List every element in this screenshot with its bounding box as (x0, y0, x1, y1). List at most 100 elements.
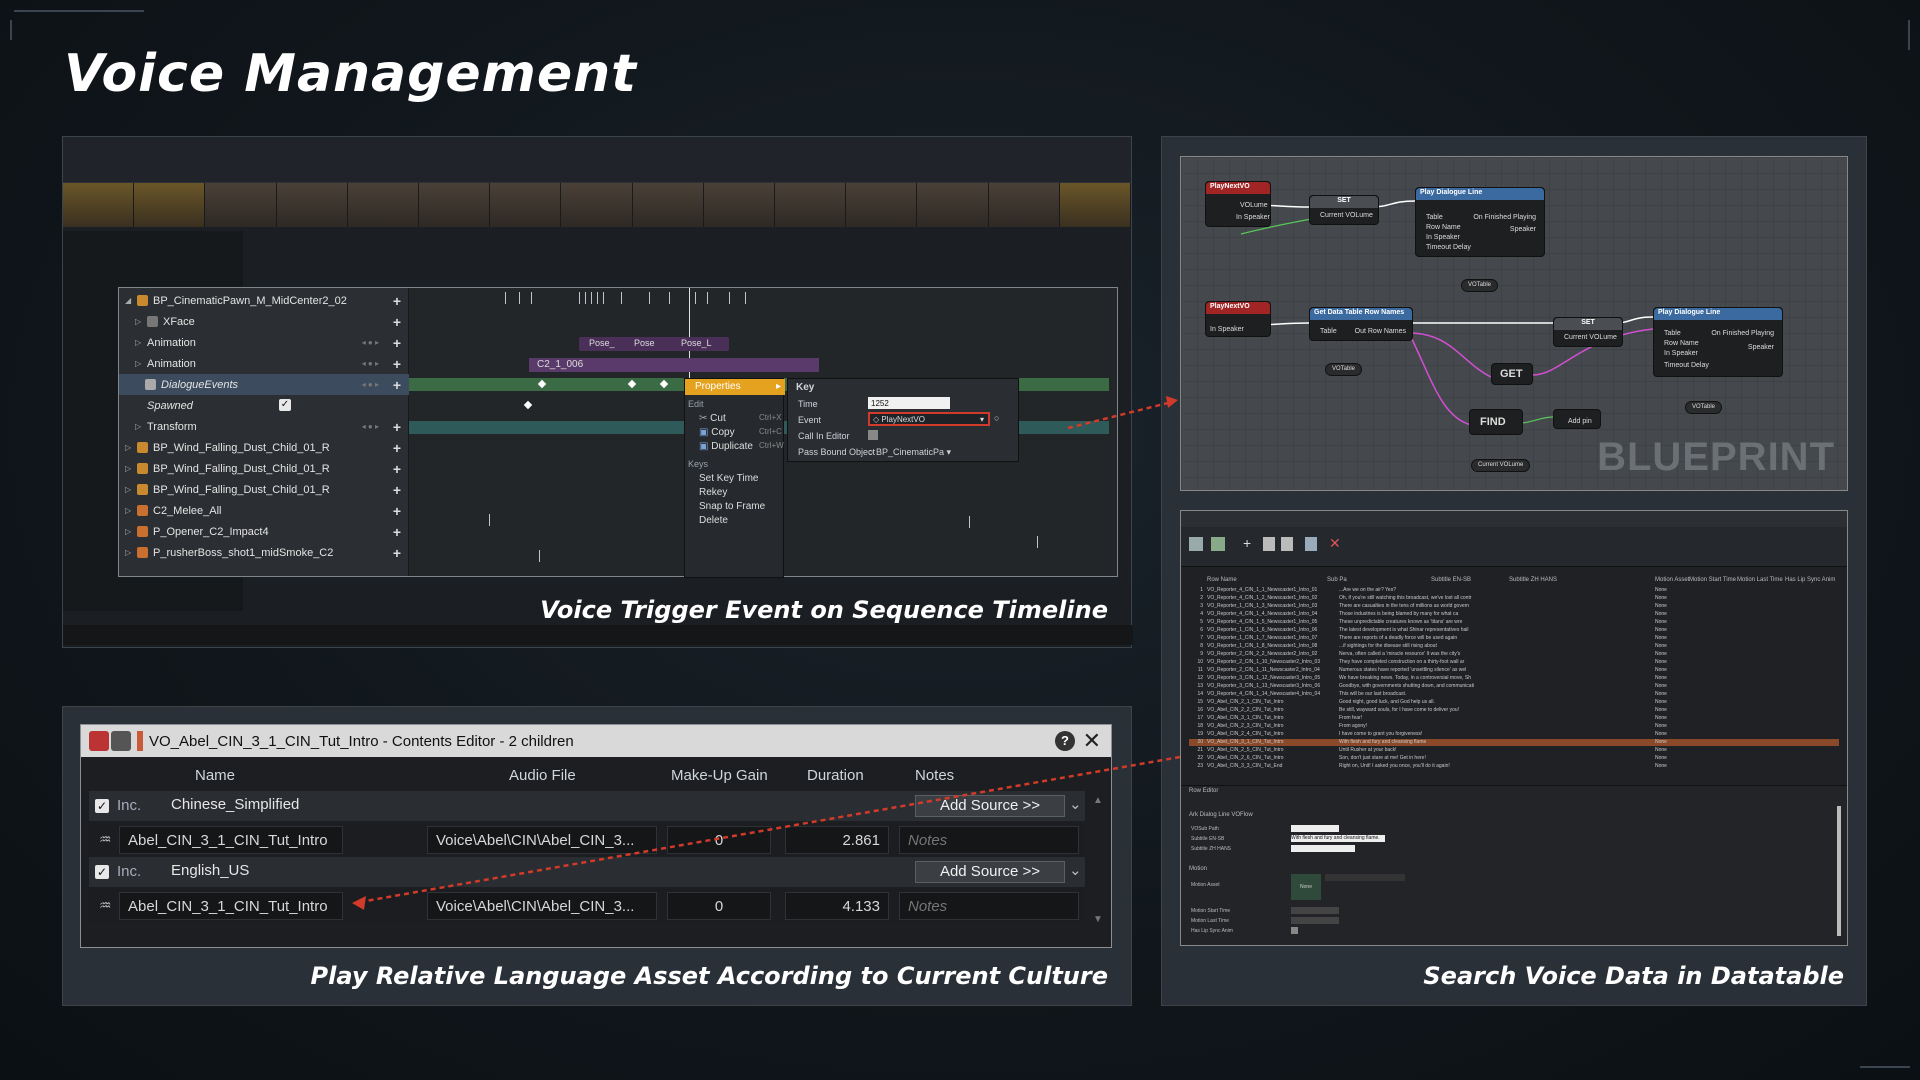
track-row[interactable]: ▷ BP_Wind_Falling_Dust_Child_01_R + (119, 479, 409, 500)
table-row[interactable]: 1 VO_Reporter_4_CIN_1_1_Newscaster1_Intro… (1189, 587, 1839, 594)
expand-icon[interactable]: ▷ (135, 422, 143, 431)
column-header[interactable]: Sub Pa (1327, 577, 1347, 583)
table-row[interactable]: 20 VO_Abel_CIN_3_1_CIN_Tut_Intro With fles… (1189, 739, 1839, 746)
expand-icon[interactable]: ▷ (135, 338, 143, 347)
blueprint-graph[interactable]: PlayNextVO VOLume In Speaker SET Current… (1180, 156, 1848, 491)
expand-icon[interactable]: ▷ (125, 506, 133, 515)
vo-sub-path-input[interactable] (1291, 825, 1339, 832)
table-row[interactable]: 4 VO_Reporter_4_CIN_1_4_Newscaster1_Intro… (1189, 611, 1839, 618)
add-track-icon[interactable]: + (393, 545, 401, 561)
expand-icon[interactable]: ▷ (125, 548, 133, 557)
vo-table-variable[interactable]: VOTable (1461, 279, 1499, 292)
motion-last-input[interactable] (1291, 917, 1339, 924)
paste-icon[interactable] (1281, 537, 1293, 551)
add-source-button[interactable]: Add Source >> (915, 861, 1065, 883)
table-row[interactable]: 11 VO_Reporter_2_CIN_1_11_Newscaster2_Int… (1189, 667, 1839, 674)
vo-table-variable[interactable]: VOTable (1685, 401, 1723, 414)
duplicate-icon[interactable] (1305, 537, 1317, 551)
table-row[interactable]: 15 VO_Abel_CIN_2_1_CIN_Tut_Intro Good nigh… (1189, 699, 1839, 706)
expand-icon[interactable]: ▷ (125, 485, 133, 494)
add-track-icon[interactable]: + (393, 356, 401, 372)
menu-item-duplicate[interactable]: ▣ Duplicate (699, 441, 753, 452)
key-nav-icon[interactable]: ◂ ● ▸ (362, 338, 379, 347)
asset-name-field[interactable]: Abel_CIN_3_1_CIN_Tut_Intro (119, 826, 343, 854)
table-row[interactable]: 10 VO_Reporter_2_CIN_1_10_Newscaster2_Int… (1189, 659, 1839, 666)
column-header-name[interactable]: Name (195, 767, 235, 784)
save-icon[interactable] (1189, 537, 1203, 551)
set-node[interactable]: SET Current VOLume (1309, 195, 1379, 225)
expand-icon[interactable]: ▷ (125, 464, 133, 473)
table-row[interactable]: 17 VO_Abel_CIN_3_1_CIN_Tut_Intro From fear… (1189, 715, 1839, 722)
column-header-audio-file[interactable]: Audio File (509, 767, 576, 784)
add-track-icon[interactable]: + (393, 461, 401, 477)
motion-start-input[interactable] (1291, 907, 1339, 914)
scroll-down-icon[interactable]: ▼ (1093, 914, 1103, 925)
column-header[interactable]: Motion Start Time (1689, 577, 1736, 583)
make-array-node[interactable]: Add pin (1553, 409, 1601, 429)
add-track-icon[interactable]: + (393, 377, 401, 393)
set-node[interactable]: SET Current VOLume (1553, 317, 1623, 347)
menu-item-cut[interactable]: ✂ Cut (699, 413, 726, 424)
time-input[interactable] (868, 397, 950, 409)
row-editor-tab[interactable]: Row Editor (1189, 788, 1218, 794)
close-icon[interactable]: ✕ (1083, 728, 1101, 754)
expand-icon[interactable]: ▷ (135, 359, 143, 368)
column-header[interactable]: Motion Last Time (1737, 577, 1783, 583)
column-header[interactable]: Row Name (1207, 577, 1237, 583)
source-row[interactable]: ♒ Abel_CIN_3_1_CIN_Tut_Intro Voice\Abel\… (89, 823, 1085, 857)
lip-sync-checkbox[interactable] (1291, 927, 1298, 934)
menu-item-delete[interactable]: Delete (699, 515, 728, 526)
table-row[interactable]: 14 VO_Reporter_4_CIN_1_14_Newscaster4_Int… (1189, 691, 1839, 698)
add-track-icon[interactable]: + (393, 314, 401, 330)
copy-icon[interactable] (1263, 537, 1275, 551)
add-track-icon[interactable]: + (393, 440, 401, 456)
add-track-icon[interactable]: + (393, 335, 401, 351)
asset-name-field[interactable]: Abel_CIN_3_1_CIN_Tut_Intro (119, 892, 343, 920)
track-row[interactable]: ▷ P_rusherBoss_shot1_midSmoke_C2 + (119, 542, 409, 563)
track-row-selected[interactable]: DialogueEvents ◂ ● ▸ + (119, 374, 409, 395)
get-data-table-row-names-node[interactable]: Get Data Table Row Names Table Out Row N… (1309, 307, 1413, 341)
vo-table-variable[interactable]: VOTable (1325, 363, 1363, 376)
audio-file-field[interactable]: Voice\Abel\CIN\Abel_CIN_3... (427, 892, 657, 920)
call-in-editor-checkbox[interactable] (868, 430, 878, 440)
event-dropdown[interactable]: ◇ PlayNextVO ▾ (868, 412, 990, 426)
remove-icon[interactable]: ✕ (1329, 535, 1341, 552)
column-header[interactable]: Has Lip Sync Anim (1785, 577, 1835, 583)
table-row[interactable]: 23 VO_Abel_CIN_3_3_CIN_Tut_End Right on, U… (1189, 763, 1839, 770)
add-track-icon[interactable]: + (393, 524, 401, 540)
table-row[interactable]: 2 VO_Reporter_4_CIN_1_2_Newscaster1_Intro… (1189, 595, 1839, 602)
get-node[interactable]: GET (1491, 363, 1533, 385)
table-row[interactable]: 21 VO_Abel_CIN_2_5_CIN_Tut_Intro Until Rus… (1189, 747, 1839, 754)
makeup-gain-spinner[interactable]: 0 (667, 826, 771, 854)
add-track-icon[interactable]: + (393, 503, 401, 519)
expand-icon[interactable]: ▷ (125, 443, 133, 452)
row-editor-scrollbar[interactable] (1837, 806, 1841, 936)
menu-item-copy[interactable]: ▣ Copy (699, 427, 735, 438)
makeup-gain-spinner[interactable]: 0 (667, 892, 771, 920)
track-row[interactable]: ▷ Animation ◂ ● ▸ + (119, 353, 409, 374)
source-row[interactable]: ♒ Abel_CIN_3_1_CIN_Tut_Intro Voice\Abel\… (89, 889, 1085, 923)
add-icon[interactable]: + (1243, 535, 1251, 551)
table-row[interactable]: 12 VO_Reporter_3_CIN_1_12_Newscaster3_Int… (1189, 675, 1839, 682)
track-row[interactable]: ▷ BP_Wind_Falling_Dust_Child_01_R + (119, 458, 409, 479)
track-row[interactable]: ▷ Animation ◂ ● ▸ + (119, 332, 409, 353)
add-source-button[interactable]: Add Source >> (915, 795, 1065, 817)
collapse-icon[interactable]: ◢ (125, 296, 133, 305)
track-row[interactable]: ▷ P_Opener_C2_Impact4 + (119, 521, 409, 542)
pass-bound-object-dropdown[interactable]: ○ BP_CinematicPa ▾ (868, 447, 951, 458)
column-header-makeup-gain[interactable]: Make-Up Gain (671, 767, 768, 784)
find-node[interactable]: FIND (1469, 409, 1523, 435)
notes-input[interactable] (899, 892, 1079, 920)
track-row[interactable]: ▷ C2_Melee_All + (119, 500, 409, 521)
event-node-play-next-vo[interactable]: PlayNextVO VOLume In Speaker (1205, 181, 1271, 227)
spawned-checkbox[interactable]: ✓ (279, 399, 291, 411)
table-row[interactable]: 16 VO_Abel_CIN_2_2_CIN_Tut_Intro Be still,… (1189, 707, 1839, 714)
track-row[interactable]: Spawned ✓ (119, 395, 409, 416)
table-row[interactable]: 3 VO_Reporter_1_CIN_1_3_Newscaster1_Intro… (1189, 603, 1839, 610)
table-row[interactable]: 7 VO_Reporter_1_CIN_1_7_Newscaster1_Intro… (1189, 635, 1839, 642)
column-header-duration[interactable]: Duration (807, 767, 864, 784)
expand-icon[interactable]: ▷ (125, 527, 133, 536)
subtitle-zh-input[interactable] (1291, 845, 1355, 852)
current-volume-variable[interactable]: Current VOLume (1471, 459, 1531, 472)
menu-item-snap-to-frame[interactable]: Snap to Frame (699, 501, 765, 512)
